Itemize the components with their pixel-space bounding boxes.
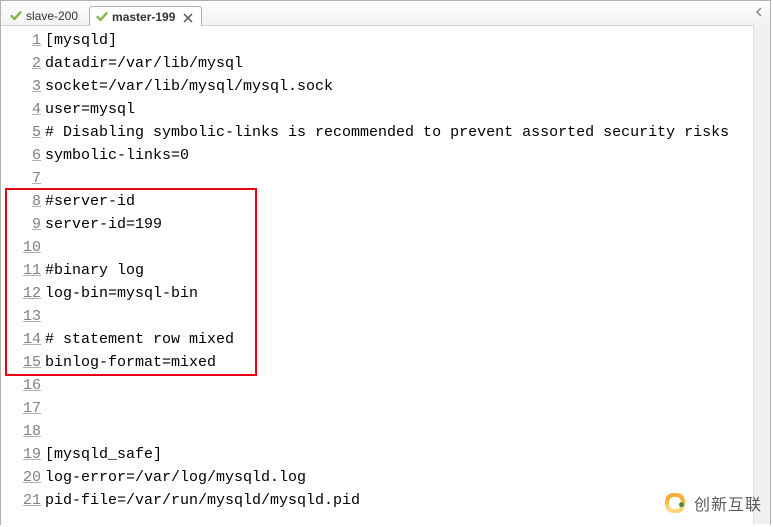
code-line[interactable]: 15binlog-format=mixed (1, 351, 770, 374)
line-number: 7 (1, 167, 45, 190)
code-line[interactable]: 8#server-id (1, 190, 770, 213)
code-line[interactable]: 2datadir=/var/lib/mysql (1, 52, 770, 75)
line-number: 11 (1, 259, 45, 282)
code-line[interactable]: 9server-id=199 (1, 213, 770, 236)
tab-slave-200[interactable]: slave-200 (3, 5, 87, 25)
code-line[interactable]: 1[mysqld] (1, 29, 770, 52)
code-line[interactable]: 11#binary log (1, 259, 770, 282)
dirty-check-icon (96, 11, 108, 23)
line-number: 17 (1, 397, 45, 420)
dirty-check-icon (10, 10, 22, 22)
line-number: 1 (1, 29, 45, 52)
watermark-logo-icon (662, 490, 688, 516)
code-editor[interactable]: 1[mysqld]2datadir=/var/lib/mysql3socket=… (1, 26, 770, 525)
watermark: 创新互联 (662, 490, 762, 516)
code-line[interactable]: 21pid-file=/var/run/mysqld/mysqld.pid (1, 489, 770, 512)
code-line[interactable]: 18 (1, 420, 770, 443)
line-number: 12 (1, 282, 45, 305)
line-text: # Disabling symbolic-links is recommende… (45, 121, 729, 144)
line-text: # statement row mixed (45, 328, 234, 351)
tab-master-199[interactable]: master-199 (89, 6, 202, 26)
code-line[interactable]: 5# Disabling symbolic-links is recommend… (1, 121, 770, 144)
line-text: socket=/var/lib/mysql/mysql.sock (45, 75, 333, 98)
line-number: 4 (1, 98, 45, 121)
line-number: 18 (1, 420, 45, 443)
code-line[interactable]: 6symbolic-links=0 (1, 144, 770, 167)
watermark-text: 创新互联 (694, 491, 762, 515)
line-text: server-id=199 (45, 213, 162, 236)
code-line[interactable]: 17 (1, 397, 770, 420)
code-line[interactable]: 3socket=/var/lib/mysql/mysql.sock (1, 75, 770, 98)
line-text: #server-id (45, 190, 135, 213)
line-text: log-bin=mysql-bin (45, 282, 198, 305)
code-line[interactable]: 13 (1, 305, 770, 328)
line-number: 5 (1, 121, 45, 144)
tab-label: slave-200 (26, 9, 78, 23)
line-number: 16 (1, 374, 45, 397)
line-text: binlog-format=mixed (45, 351, 216, 374)
code-line[interactable]: 4user=mysql (1, 98, 770, 121)
line-text: datadir=/var/lib/mysql (45, 52, 243, 75)
code-line[interactable]: 7 (1, 167, 770, 190)
tab-overflow-left-icon[interactable] (752, 5, 766, 19)
line-text: [mysqld_safe] (45, 443, 162, 466)
line-number: 8 (1, 190, 45, 213)
line-number: 2 (1, 52, 45, 75)
line-number: 19 (1, 443, 45, 466)
line-text: #binary log (45, 259, 144, 282)
vertical-scrollbar[interactable] (753, 25, 770, 524)
line-text: user=mysql (45, 98, 135, 121)
close-icon[interactable] (183, 12, 193, 22)
code-line[interactable]: 10 (1, 236, 770, 259)
code-line[interactable]: 19[mysqld_safe] (1, 443, 770, 466)
line-number: 15 (1, 351, 45, 374)
line-number: 6 (1, 144, 45, 167)
code-line[interactable]: 16 (1, 374, 770, 397)
line-text: pid-file=/var/run/mysqld/mysqld.pid (45, 489, 360, 512)
line-number: 14 (1, 328, 45, 351)
line-number: 3 (1, 75, 45, 98)
tab-label: master-199 (112, 10, 175, 24)
code-line[interactable]: 20log-error=/var/log/mysqld.log (1, 466, 770, 489)
line-number: 20 (1, 466, 45, 489)
line-number: 13 (1, 305, 45, 328)
tab-bar: slave-200 master-199 (1, 1, 770, 26)
line-text: [mysqld] (45, 29, 117, 52)
line-text: symbolic-links=0 (45, 144, 189, 167)
line-text: log-error=/var/log/mysqld.log (45, 466, 306, 489)
code-line[interactable]: 14# statement row mixed (1, 328, 770, 351)
line-number: 21 (1, 489, 45, 512)
line-number: 9 (1, 213, 45, 236)
editor-window: slave-200 master-199 1[mysqld]2datadir=/… (0, 0, 771, 525)
code-line[interactable]: 12log-bin=mysql-bin (1, 282, 770, 305)
line-number: 10 (1, 236, 45, 259)
